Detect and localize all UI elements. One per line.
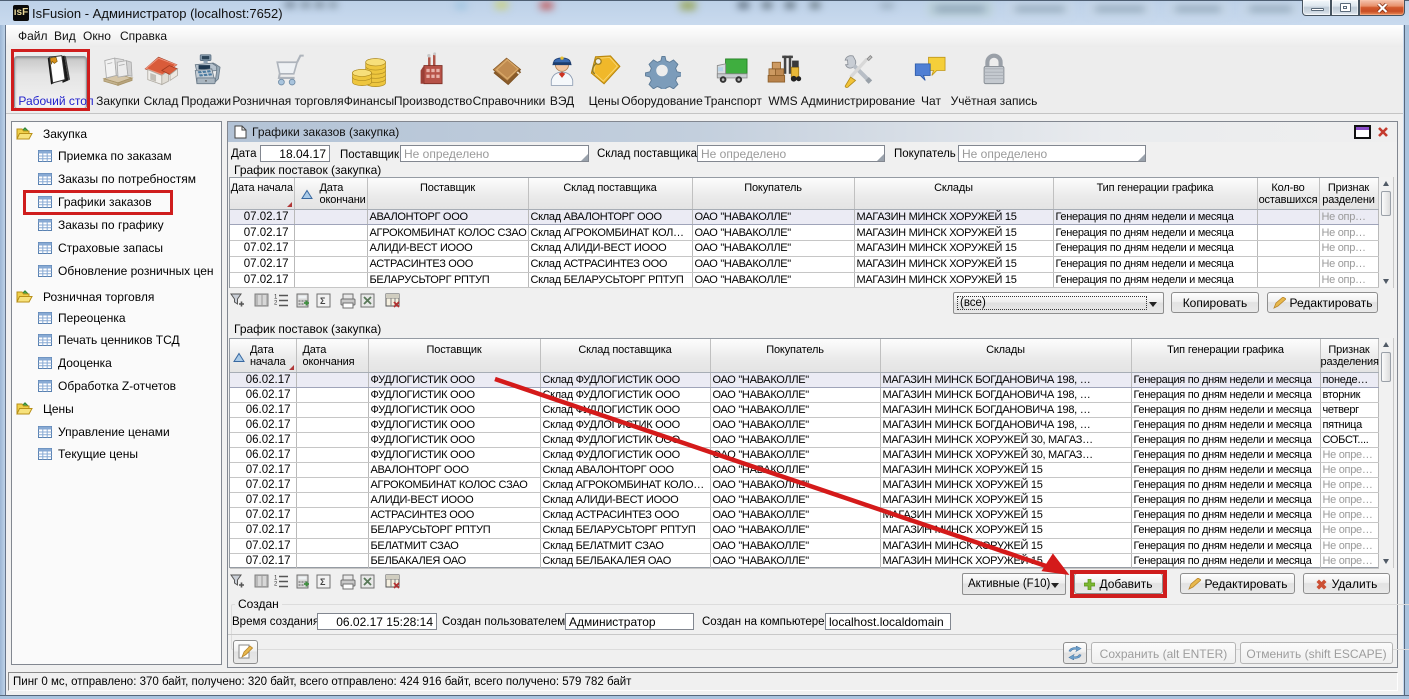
svg-text:2: 2 bbox=[274, 582, 278, 588]
svg-text:2: 2 bbox=[274, 301, 278, 307]
svg-text:Σ: Σ bbox=[320, 577, 326, 587]
svg-text:Σ: Σ bbox=[320, 296, 326, 306]
